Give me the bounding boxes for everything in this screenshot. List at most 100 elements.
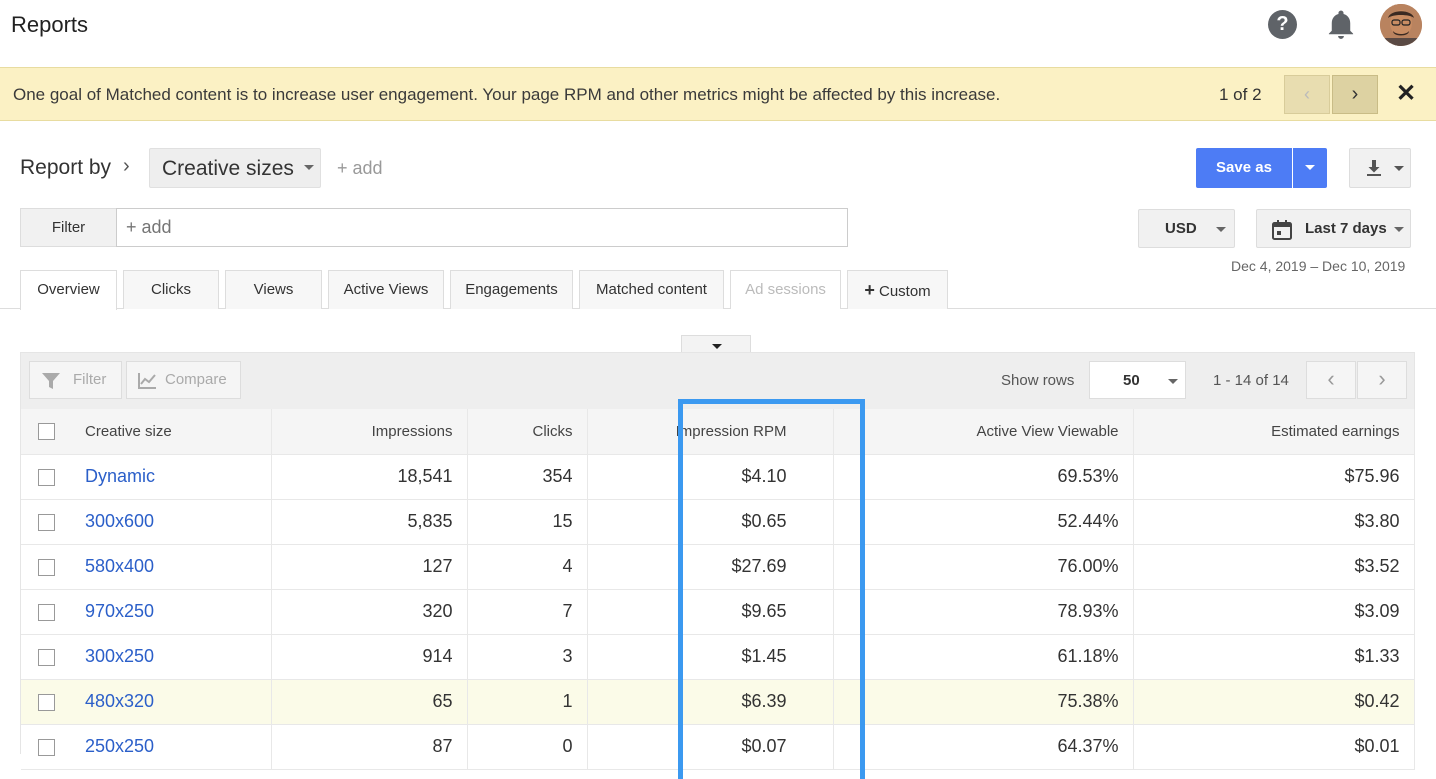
creative-size-link[interactable]: 580x400 — [85, 556, 154, 576]
select-all-checkbox[interactable] — [37, 423, 55, 441]
save-as-dropdown-button[interactable] — [1293, 148, 1327, 188]
active-view-viewable-cell: 52.44% — [833, 499, 1134, 545]
impression-rpm-cell: $0.07 — [587, 724, 834, 770]
table-row: 300x600 5,835 15 $0.65 52.44% $3.80 — [21, 499, 1415, 545]
dimension-select[interactable]: Creative sizes — [149, 148, 321, 188]
top-bar: Reports ? — [0, 0, 1436, 67]
column-header-impressions[interactable]: Impressions — [271, 409, 468, 455]
show-rows-label: Show rows — [1001, 372, 1075, 389]
currency-select[interactable]: USD — [1138, 209, 1235, 248]
line-chart-icon — [138, 373, 156, 389]
chevron-right-icon: › — [123, 155, 130, 177]
table-header-row: Creative size Impressions Clicks Impress… — [21, 409, 1415, 455]
creative-size-link[interactable]: 300x250 — [85, 646, 154, 666]
table-filter-button: Filter — [29, 361, 122, 399]
clicks-cell: 7 — [467, 589, 588, 635]
estimated-earnings-cell: $0.01 — [1133, 724, 1415, 770]
clicks-cell: 3 — [467, 634, 588, 680]
estimated-earnings-cell: $0.42 — [1133, 679, 1415, 725]
tab-engagements[interactable]: Engagements — [450, 270, 573, 309]
add-dimension-link[interactable]: + add — [337, 158, 383, 179]
save-as-button[interactable]: Save as — [1196, 148, 1292, 188]
impressions-cell: 127 — [271, 544, 468, 590]
clicks-cell: 354 — [467, 454, 588, 500]
next-page-button[interactable]: › — [1357, 361, 1407, 399]
row-checkbox[interactable] — [37, 693, 55, 711]
row-checkbox[interactable] — [37, 648, 55, 666]
row-checkbox[interactable] — [37, 738, 55, 756]
banner-prev-button[interactable]: ‹ — [1284, 75, 1330, 114]
row-checkbox[interactable] — [37, 603, 55, 621]
impression-rpm-cell: $9.65 — [587, 589, 834, 635]
column-header-clicks[interactable]: Clicks — [467, 409, 588, 455]
clicks-cell: 1 — [467, 679, 588, 725]
row-checkbox[interactable] — [37, 558, 55, 576]
page-title: Reports — [11, 12, 89, 37]
impressions-cell: 18,541 — [271, 454, 468, 500]
active-view-viewable-cell: 64.37% — [833, 724, 1134, 770]
notification-banner: One goal of Matched content is to increa… — [0, 67, 1436, 121]
report-table-panel: Filter Compare Show rows 50 1 - 14 of 14… — [20, 352, 1415, 770]
tab-views[interactable]: Views — [225, 270, 322, 309]
rows-per-page-select[interactable]: 50 — [1089, 361, 1186, 399]
estimated-earnings-cell: $3.80 — [1133, 499, 1415, 545]
impressions-cell: 914 — [271, 634, 468, 680]
table-toolbar: Filter Compare Show rows 50 1 - 14 of 14… — [21, 353, 1414, 409]
clicks-cell: 0 — [467, 724, 588, 770]
rows-per-page-value: 50 — [1123, 372, 1140, 389]
column-header-active-view-viewable[interactable]: Active View Viewable — [833, 409, 1134, 455]
user-avatar[interactable] — [1380, 4, 1422, 46]
currency-label: USD — [1165, 220, 1197, 237]
creative-size-link[interactable]: 300x600 — [85, 511, 154, 531]
impression-rpm-cell: $6.39 — [587, 679, 834, 725]
chevron-down-icon — [1216, 227, 1226, 232]
help-icon[interactable]: ? — [1268, 10, 1297, 39]
creative-size-link[interactable]: Dynamic — [85, 466, 155, 486]
active-view-viewable-cell: 61.18% — [833, 634, 1134, 680]
impressions-cell: 320 — [271, 589, 468, 635]
tab-matched-content[interactable]: Matched content — [579, 270, 724, 309]
download-button[interactable] — [1349, 148, 1411, 188]
creative-size-link[interactable]: 480x320 — [85, 691, 154, 711]
chevron-down-icon — [304, 165, 314, 170]
estimated-earnings-cell: $75.96 — [1133, 454, 1415, 500]
table-row: 580x400 127 4 $27.69 76.00% $3.52 — [21, 544, 1415, 590]
compare-button: Compare — [126, 361, 241, 399]
banner-next-button[interactable]: › — [1332, 75, 1378, 114]
creative-size-link[interactable]: 970x250 — [85, 601, 154, 621]
download-icon — [1367, 160, 1381, 176]
impression-rpm-cell: $27.69 — [587, 544, 834, 590]
estimated-earnings-cell: $3.52 — [1133, 544, 1415, 590]
impression-rpm-cell: $4.10 — [587, 454, 834, 500]
filter-funnel-icon — [42, 373, 60, 389]
notifications-bell-icon[interactable] — [1327, 10, 1355, 40]
report-by-label: Report by — [20, 156, 112, 179]
table-filter-label: Filter — [73, 371, 107, 388]
close-icon[interactable]: ✕ — [1396, 81, 1416, 107]
estimated-earnings-cell: $1.33 — [1133, 634, 1415, 680]
row-checkbox[interactable] — [37, 513, 55, 531]
tab-custom[interactable]: + Custom — [847, 270, 948, 309]
impressions-cell: 5,835 — [271, 499, 468, 545]
plus-icon: + — [864, 280, 875, 300]
dimension-select-label: Creative sizes — [162, 157, 294, 180]
prev-page-button[interactable]: ‹ — [1306, 361, 1356, 399]
column-header-estimated-earnings[interactable]: Estimated earnings — [1133, 409, 1415, 455]
select-all-cell — [21, 409, 71, 455]
filter-input[interactable] — [116, 208, 848, 247]
tab-active-views[interactable]: Active Views — [328, 270, 444, 309]
column-header-impression-rpm[interactable]: Impression RPM — [587, 409, 834, 455]
column-header-creative-size[interactable]: Creative size — [71, 409, 272, 455]
calendar-icon — [1272, 220, 1292, 240]
date-range-text: Dec 4, 2019 – Dec 10, 2019 — [1231, 258, 1406, 274]
tab-overview[interactable]: Overview — [20, 270, 117, 310]
row-checkbox[interactable] — [37, 468, 55, 486]
active-view-viewable-cell: 76.00% — [833, 544, 1134, 590]
estimated-earnings-cell: $3.09 — [1133, 589, 1415, 635]
tab-clicks[interactable]: Clicks — [123, 270, 219, 309]
chevron-down-icon — [1394, 227, 1404, 232]
compare-label: Compare — [165, 371, 227, 388]
date-range-select[interactable]: Last 7 days — [1256, 209, 1411, 248]
creative-size-link[interactable]: 250x250 — [85, 736, 154, 756]
date-range-label: Last 7 days — [1305, 220, 1387, 237]
